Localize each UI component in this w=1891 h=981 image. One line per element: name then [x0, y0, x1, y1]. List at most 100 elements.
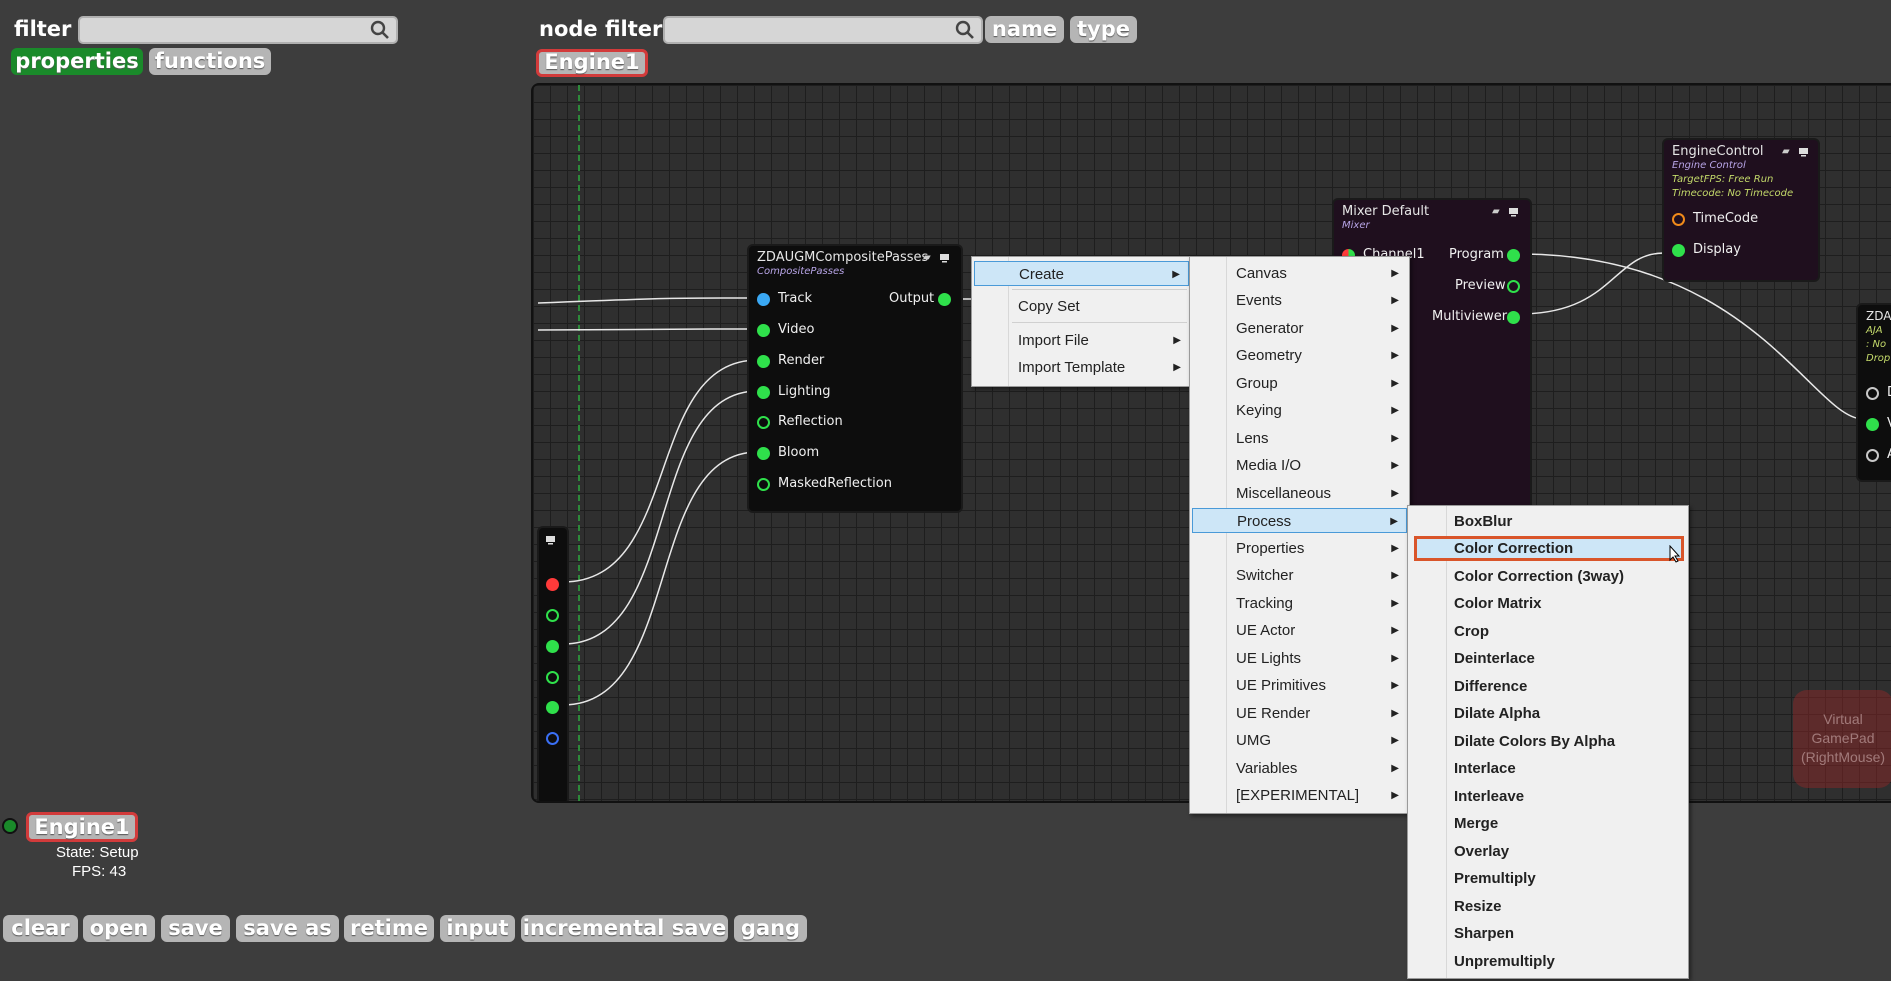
port-dot[interactable] — [757, 416, 770, 429]
process-item-interleave[interactable]: Interleave — [1414, 784, 1684, 809]
process-item-boxblur[interactable]: BoxBlur — [1414, 509, 1684, 534]
output-label: Output — [889, 291, 935, 306]
create-item-lens[interactable]: Lens ▶ — [1192, 426, 1407, 451]
input-bloom: Bloom — [778, 445, 820, 460]
node-type: Mixer — [1342, 220, 1370, 231]
port-dot[interactable] — [1507, 249, 1520, 262]
port-dot[interactable] — [546, 701, 559, 714]
port-dot[interactable] — [546, 609, 559, 622]
process-item-resize[interactable]: Resize — [1414, 894, 1684, 919]
engine-button[interactable]: Engine1 — [26, 812, 138, 842]
create-item-canvas[interactable]: Canvas ▶ — [1192, 261, 1407, 286]
process-item-color-matrix[interactable]: Color Matrix — [1414, 591, 1684, 616]
port-dot[interactable] — [546, 671, 559, 684]
process-item-crop[interactable]: Crop — [1414, 619, 1684, 644]
create-item-miscellaneous[interactable]: Miscellaneous ▶ — [1192, 481, 1407, 506]
incremental-save-button[interactable]: incremental save — [521, 915, 728, 942]
process-item-sharpen[interactable]: Sharpen — [1414, 921, 1684, 946]
type-button[interactable]: type — [1070, 16, 1137, 43]
input-button[interactable]: input — [440, 915, 515, 942]
create-item-switcher[interactable]: Switcher ▶ — [1192, 563, 1407, 588]
process-item-color-correction[interactable]: Color Correction — [1414, 536, 1684, 563]
port-dot[interactable] — [757, 355, 770, 368]
port-dot[interactable] — [757, 447, 770, 460]
node-monitor-icon[interactable] — [545, 535, 556, 545]
menu-item-label: Color Correction — [1454, 540, 1574, 557]
process-item-deinterlace[interactable]: Deinterlace — [1414, 646, 1684, 671]
partial-right-node[interactable]: ZDA AJA : No Drop D V A — [1856, 303, 1891, 482]
process-item-overlay[interactable]: Overlay — [1414, 839, 1684, 864]
menu-item-label: [EXPERIMENTAL] — [1236, 787, 1360, 804]
port-dot[interactable] — [1866, 418, 1879, 431]
port-dot[interactable] — [546, 578, 559, 591]
node-monitor-icon[interactable] — [1508, 207, 1519, 217]
port-dot[interactable] — [546, 640, 559, 653]
node-target-fps: TargetFPS: Free Run — [1672, 174, 1774, 185]
create-item-ue-lights[interactable]: UE Lights ▶ — [1192, 646, 1407, 671]
create-item-ue-render[interactable]: UE Render ▶ — [1192, 701, 1407, 726]
port-dot[interactable] — [1507, 280, 1520, 293]
create-item-group[interactable]: Group ▶ — [1192, 371, 1407, 396]
create-item-media-io[interactable]: Media I/O ▶ — [1192, 453, 1407, 478]
port-dot[interactable] — [757, 293, 770, 306]
menu-item-import-template[interactable]: Import Template ▶ — [974, 355, 1189, 380]
port-dot[interactable] — [757, 478, 770, 491]
gang-button[interactable]: gang — [734, 915, 807, 942]
port-dot[interactable] — [1672, 244, 1685, 257]
tab-functions[interactable]: functions — [149, 48, 271, 75]
node-lock-icon[interactable]: ▰ — [1492, 206, 1500, 217]
process-item-unpremultiply[interactable]: Unpremultiply — [1414, 949, 1684, 974]
engine-control-node[interactable]: EngineControl Engine Control TargetFPS: … — [1662, 138, 1820, 282]
process-item-interlace[interactable]: Interlace — [1414, 756, 1684, 781]
node-lock-icon[interactable]: ▰ — [1782, 146, 1790, 157]
save-button[interactable]: save — [161, 915, 230, 942]
process-item-premultiply[interactable]: Premultiply — [1414, 866, 1684, 891]
port-dot[interactable] — [757, 386, 770, 399]
port-label: A — [1887, 447, 1891, 462]
tab-properties[interactable]: properties — [11, 48, 143, 75]
composite-passes-node[interactable]: ZDAUGMCompositePasses CompositePasses ▰ … — [747, 244, 963, 513]
node-monitor-icon[interactable] — [939, 253, 950, 263]
engine-tab[interactable]: Engine1 — [536, 49, 648, 77]
port-dot[interactable] — [1866, 449, 1879, 462]
menu-item-create[interactable]: Create ▶ — [974, 261, 1189, 286]
name-button[interactable]: name — [985, 16, 1064, 43]
port-dot[interactable] — [757, 324, 770, 337]
port-dot[interactable] — [1507, 311, 1520, 324]
create-item-variables[interactable]: Variables ▶ — [1192, 756, 1407, 781]
partial-left-node[interactable] — [537, 526, 569, 801]
port-dot[interactable] — [1672, 213, 1685, 226]
node-lock-icon[interactable]: ▰ — [923, 252, 931, 263]
clear-button[interactable]: clear — [3, 915, 78, 942]
process-item-color-correction-3way[interactable]: Color Correction (3way) — [1414, 564, 1684, 589]
search-icon — [370, 20, 389, 39]
create-item-keying[interactable]: Keying ▶ — [1192, 398, 1407, 423]
filter-input[interactable] — [78, 16, 398, 44]
process-item-merge[interactable]: Merge — [1414, 811, 1684, 836]
menu-item-import-file[interactable]: Import File ▶ — [974, 328, 1189, 353]
create-item-ue-primitives[interactable]: UE Primitives ▶ — [1192, 673, 1407, 698]
create-item-umg[interactable]: UMG ▶ — [1192, 728, 1407, 753]
create-item-process[interactable]: Process ▶ — [1192, 508, 1407, 533]
retime-button[interactable]: retime — [344, 915, 434, 942]
node-filter-label: node filter — [539, 17, 663, 41]
open-button[interactable]: open — [83, 915, 155, 942]
node-filter-input[interactable] — [663, 16, 983, 44]
create-item-events[interactable]: Events ▶ — [1192, 288, 1407, 313]
create-item-properties[interactable]: Properties ▶ — [1192, 536, 1407, 561]
port-dot[interactable] — [938, 293, 951, 306]
create-item-geometry[interactable]: Geometry ▶ — [1192, 343, 1407, 368]
virtual-gamepad[interactable]: Virtual GamePad (RightMouse) — [1793, 690, 1891, 788]
create-item-experimental[interactable]: [EXPERIMENTAL] ▶ — [1192, 783, 1407, 808]
process-item-dilate-alpha[interactable]: Dilate Alpha — [1414, 701, 1684, 726]
menu-item-copy-set[interactable]: Copy Set — [974, 294, 1189, 319]
save-as-button[interactable]: save as — [236, 915, 339, 942]
process-item-dilate-colors-by-alpha[interactable]: Dilate Colors By Alpha — [1414, 729, 1684, 754]
create-item-tracking[interactable]: Tracking ▶ — [1192, 591, 1407, 616]
port-dot[interactable] — [546, 732, 559, 745]
node-monitor-icon[interactable] — [1798, 147, 1809, 157]
create-item-generator[interactable]: Generator ▶ — [1192, 316, 1407, 341]
process-item-difference[interactable]: Difference — [1414, 674, 1684, 699]
create-item-ue-actor[interactable]: UE Actor ▶ — [1192, 618, 1407, 643]
port-dot[interactable] — [1866, 387, 1879, 400]
